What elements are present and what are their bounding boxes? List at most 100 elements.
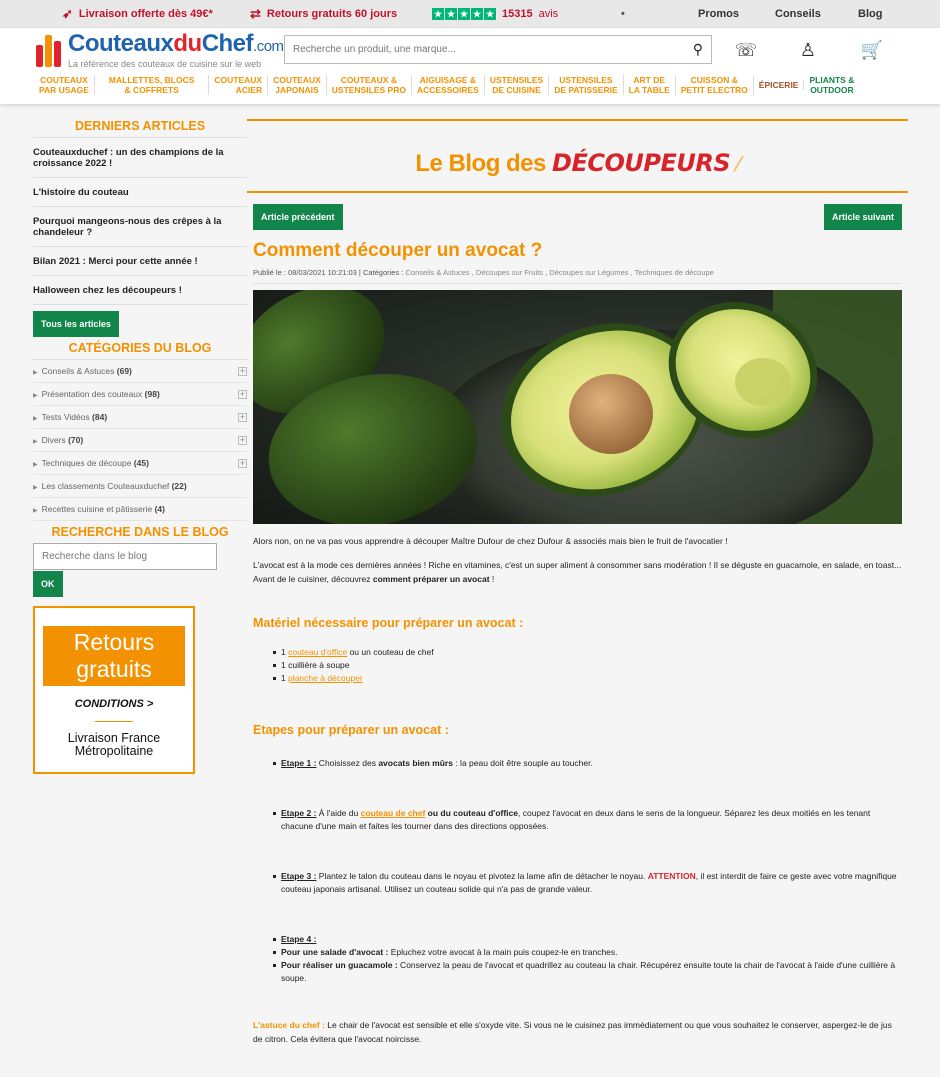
latest-article-link[interactable]: Halloween chez les découpeurs !	[33, 276, 247, 305]
nav-couteaux-japonais[interactable]: COUTEAUX JAPONAIS	[268, 74, 327, 95]
category-links[interactable]: Conseils & Astuces , Découpes sur Fruits…	[405, 268, 713, 277]
return-arrows-icon: ⇄	[250, 5, 261, 21]
delivery-info[interactable]: ➶ Livraison offerte dès 49€*	[62, 6, 213, 22]
conditions-link[interactable]: CONDITIONS >	[35, 698, 193, 710]
nav-ustensiles-cuisine[interactable]: USTENSILES DE CUISINE	[485, 74, 550, 95]
nav-art-de-la-table[interactable]: ART DE LA TABLE	[624, 74, 676, 95]
avocado-hero-image	[253, 290, 902, 524]
blog-search-heading: RECHERCHE DANS LE BLOG	[51, 525, 229, 539]
chef-knife-link[interactable]: couteau de chef	[361, 808, 426, 818]
category-item[interactable]: ▶ Techniques de découpe (45) +	[33, 452, 247, 475]
expand-plus-icon[interactable]: +	[238, 435, 247, 445]
separator-dot: •	[621, 7, 625, 20]
delivery-text: Livraison offerte dès 49€*	[78, 7, 213, 20]
article-meta: Publié le : 08/03/2021 10:21:03 | Catégo…	[253, 268, 902, 284]
promo-banner: Retours gratuits	[43, 626, 185, 686]
nav-couteaux-acier[interactable]: COUTEAUX ACIER	[209, 74, 269, 95]
step-3: Etape 3 : Plantez le talon du couteau da…	[273, 870, 902, 896]
category-item[interactable]: ▶ Tests Vidéos (84) +	[33, 406, 247, 429]
nav-mallettes[interactable]: MALLETTES, BLOCS & COFFRETS	[95, 74, 210, 95]
logo-tagline: La référence des couteaux de cuisine sur…	[68, 59, 262, 69]
categories-heading: CATÉGORIES DU BLOG	[33, 337, 247, 360]
returns-text: Retours gratuits 60 jours	[266, 7, 398, 20]
reviews-word: avis	[538, 7, 559, 20]
list-item: 1 couteau d'office ou un couteau de chef	[273, 646, 902, 659]
steps-list: Etape 1 : Choisissez des avocats bien mû…	[273, 757, 902, 985]
caret-right-icon: ▶	[33, 439, 38, 445]
free-returns-promo[interactable]: Retours gratuits CONDITIONS > Livraison F…	[33, 606, 195, 774]
nav-epicerie[interactable]: ÉPICERIE	[754, 79, 805, 90]
previous-article-button[interactable]: Article précédent	[253, 204, 343, 230]
next-article-button[interactable]: Article suivant	[823, 204, 902, 230]
category-item[interactable]: ▶ Présentation des couteaux (98) +	[33, 383, 247, 406]
nav-couteaux-par-usage[interactable]: COUTEAUX PAR USAGE	[34, 74, 95, 95]
expand-plus-icon[interactable]: +	[238, 366, 247, 376]
blog-banner-title: Le Blog des DÉCOUPEURS ⁄	[415, 149, 740, 177]
equipment-list: 1 couteau d'office ou un couteau de chef…	[273, 646, 902, 685]
reviews-count: 15315	[502, 7, 533, 20]
nav-couteaux-pro[interactable]: COUTEAUX & USTENSILES PRO	[327, 74, 412, 95]
caret-right-icon: ▶	[33, 370, 38, 376]
step-2: Etape 2 : À l'aide du couteau de chef ou…	[273, 807, 902, 833]
rating-stars-icon: ★ ★ ★ ★ ★	[432, 7, 496, 20]
step-4-salad: Pour une salade d'avocat : Epluchez votr…	[273, 946, 902, 959]
avocado-paragraph: L'avocat est à la mode ces dernières ann…	[253, 560, 902, 584]
rocket-icon: ➶	[62, 5, 73, 21]
chef-tip: L'astuce du chef : Le chair de l'avocat …	[253, 1020, 892, 1044]
site-logo[interactable]: CouteauxduChef.com La référence des cout…	[36, 32, 284, 69]
caret-right-icon: ▶	[33, 416, 38, 422]
step-1: Etape 1 : Choisissez des avocats bien mû…	[273, 757, 902, 770]
article-main: Le Blog des DÉCOUPEURS ⁄ Article précéde…	[247, 115, 908, 1046]
category-item[interactable]: ▶ Divers (70) +	[33, 429, 247, 452]
blog-search-input[interactable]: Recherche dans le blog	[33, 543, 217, 570]
orange-divider	[247, 191, 908, 193]
step-4: Etape 4 :	[273, 933, 902, 946]
expand-plus-icon[interactable]: +	[238, 458, 247, 468]
nav-pliants-outdoor[interactable]: PLIANTS & OUTDOOR	[804, 75, 859, 95]
phone-icon[interactable]: ☏	[734, 38, 758, 62]
trustpilot-reviews[interactable]: ★ ★ ★ ★ ★ 15315 avis	[432, 7, 559, 20]
product-search-input[interactable]: Recherche un produit, une marque... ⚲	[284, 35, 712, 64]
blog-link[interactable]: Blog	[858, 8, 882, 20]
conseils-link[interactable]: Conseils	[775, 8, 821, 20]
cutting-board-link[interactable]: planche à découper	[288, 673, 363, 683]
cart-icon[interactable]: 🛒	[860, 38, 884, 62]
account-icon[interactable]: ♙	[796, 38, 820, 62]
all-articles-button[interactable]: Tous les articles	[33, 311, 119, 337]
step-4-guacamole: Pour réaliser un guacamole : Conservez l…	[273, 959, 902, 985]
steps-heading: Etapes pour préparer un avocat :	[253, 723, 449, 737]
expand-plus-icon[interactable]: +	[238, 389, 247, 399]
returns-info[interactable]: ⇄ Retours gratuits 60 jours	[250, 6, 397, 22]
caret-right-icon: ▶	[33, 508, 38, 514]
latest-article-link[interactable]: Bilan 2021 : Merci pour cette année !	[33, 247, 247, 276]
category-item[interactable]: ▶ Conseils & Astuces (69) +	[33, 360, 247, 383]
nav-ustensiles-patisserie[interactable]: USTENSILES DE PATISSERIE	[549, 74, 624, 95]
blog-sidebar: DERNIERS ARTICLES Couteauxduchef : un de…	[33, 115, 247, 774]
knife-icon: ⁄	[736, 152, 740, 176]
category-item[interactable]: ▶ Les classements Couteauxduchef (22)	[33, 475, 247, 498]
blog-search-ok-button[interactable]: OK	[33, 571, 63, 597]
knife-logo-icon	[36, 34, 64, 67]
nav-aiguisage[interactable]: AIGUISAGE & ACCESSOIRES	[412, 74, 485, 95]
search-icon[interactable]: ⚲	[693, 41, 703, 58]
top-info-bar: ➶ Livraison offerte dès 49€* ⇄ Retours g…	[0, 0, 940, 28]
latest-article-link[interactable]: Pourquoi mangeons-nous des crêpes à la c…	[33, 207, 247, 247]
search-placeholder: Recherche un produit, une marque...	[293, 44, 456, 55]
delivery-zone-text: Livraison France Métropolitaine	[67, 731, 161, 758]
intro-paragraph: Alors non, on ne va pas vous apprendre à…	[253, 536, 728, 546]
avocado-illustration	[253, 290, 902, 524]
office-knife-link[interactable]: couteau d'office	[288, 647, 347, 657]
site-header: CouteauxduChef.com La référence des cout…	[0, 28, 940, 69]
promos-link[interactable]: Promos	[698, 8, 739, 20]
caret-right-icon: ▶	[33, 393, 38, 399]
list-item: 1 cuillière à soupe	[273, 659, 902, 672]
latest-article-link[interactable]: L'histoire du couteau	[33, 178, 247, 207]
main-navigation: COUTEAUX PAR USAGE MALLETTES, BLOCS & COFF…	[0, 68, 940, 104]
logo-wordmark: CouteauxduChef.com	[68, 30, 284, 57]
expand-plus-icon[interactable]: +	[238, 412, 247, 422]
promo-divider	[95, 721, 133, 722]
latest-article-link[interactable]: Couteauxduchef : un des champions de la …	[33, 138, 247, 178]
category-item[interactable]: ▶ Recettes cuisine et pâtisserie (4)	[33, 498, 247, 521]
nav-cuisson[interactable]: CUISSON & PETIT ELECTRO	[676, 74, 754, 95]
latest-articles-heading: DERNIERS ARTICLES	[33, 115, 247, 138]
